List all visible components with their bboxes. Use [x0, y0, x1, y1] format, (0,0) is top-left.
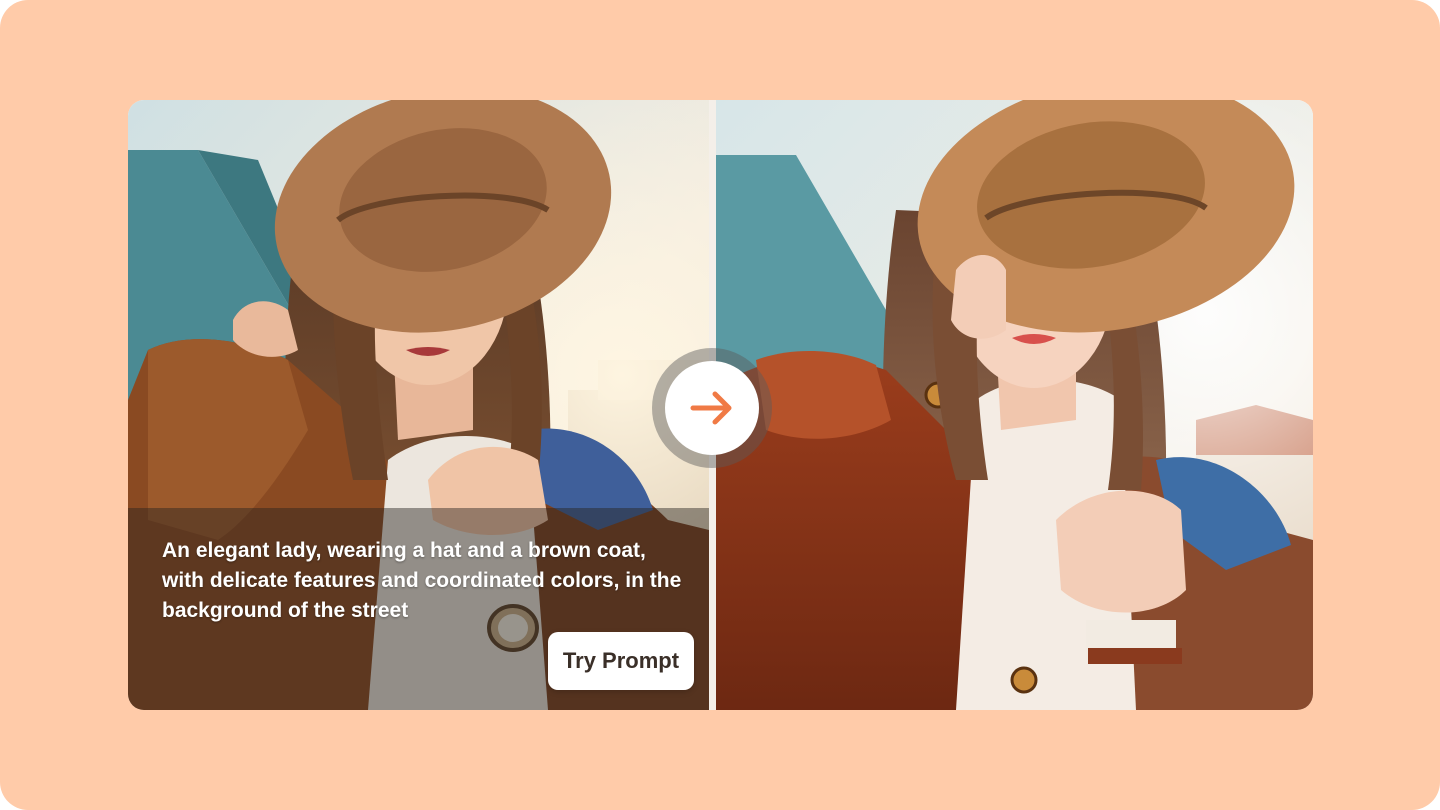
try-prompt-button[interactable]: Try Prompt	[548, 632, 694, 690]
prompt-caption-panel: An elegant lady, wearing a hat and a bro…	[128, 508, 709, 710]
ai-generated-image	[716, 100, 1313, 710]
ai-generated-illustration	[716, 100, 1313, 710]
arrow-circle	[665, 361, 759, 455]
prompt-text: An elegant lady, wearing a hat and a bro…	[162, 539, 682, 622]
original-photo: An elegant lady, wearing a hat and a bro…	[128, 100, 709, 710]
arrow-right-icon	[690, 391, 732, 425]
transform-arrow-badge	[652, 348, 772, 468]
promo-frame: An elegant lady, wearing a hat and a bro…	[0, 0, 1440, 810]
